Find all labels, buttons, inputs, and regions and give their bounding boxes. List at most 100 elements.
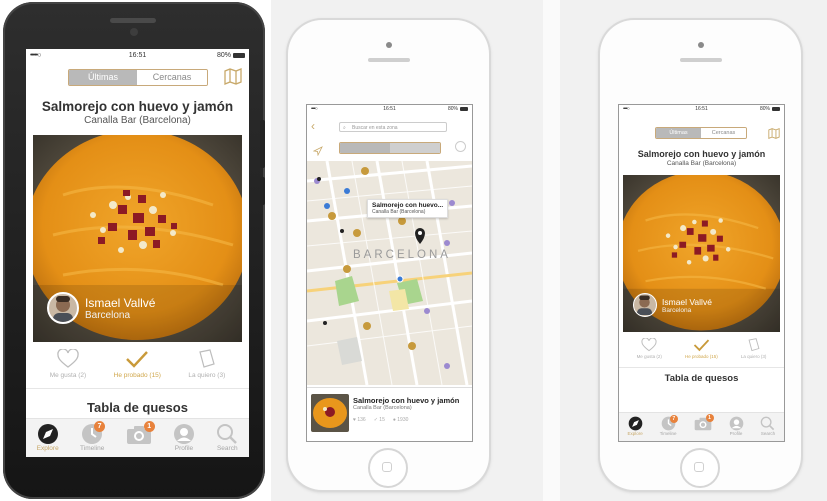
want-label: La quiero (3): [188, 372, 226, 379]
user-info[interactable]: Ismael Vallvé Barcelona: [633, 293, 712, 317]
status-bar: •••••○ 16:51 80%: [619, 105, 784, 115]
battery-icon: [460, 106, 468, 111]
feed-segment-control: Últimas Cercanas: [68, 69, 208, 86]
home-button[interactable]: [680, 448, 720, 488]
check-icon: [126, 351, 149, 368]
dish-photo[interactable]: Ismael Vallvé Barcelona: [33, 135, 242, 342]
battery-icon: [772, 106, 780, 111]
front-camera: [130, 28, 138, 36]
tab-explore[interactable]: Explore: [627, 416, 643, 441]
city-map[interactable]: BARCELONA Salmorejo con huevo... Canalla…: [307, 161, 472, 385]
divider: [619, 367, 784, 368]
tab-timeline[interactable]: 7 Timeline: [660, 415, 678, 441]
status-bar: •••••○ 16:51 80%: [26, 49, 249, 63]
card-subtitle: Canalla Bar (Barcelona): [353, 405, 412, 411]
timeline-badge: 7: [94, 421, 106, 432]
user-city: Barcelona: [662, 306, 692, 314]
card-views: ● 1930: [392, 417, 409, 423]
check-icon: [693, 339, 710, 352]
dish-card[interactable]: Salmorejo con huevo y jamón Canalla Bar …: [307, 387, 472, 441]
tab-profile[interactable]: Profile: [729, 416, 744, 441]
android-phone: •••••○ 16:51 80% Últimas Cercanas Salmor…: [3, 2, 265, 499]
search-icon: ⌕: [343, 125, 346, 131]
tab-search[interactable]: Search: [216, 423, 238, 457]
tab-explore-label: Explore: [36, 445, 59, 452]
bottom-tabbar: Explore 7 Timeline 1 Profile Search: [619, 412, 784, 441]
feed-segment-control: Últimas Cercanas: [655, 127, 747, 139]
card-tried: ✓ 15: [373, 417, 385, 423]
tried-action[interactable]: He probado (15): [685, 338, 718, 359]
avatar[interactable]: [633, 293, 657, 317]
search-icon: [761, 416, 775, 431]
divider: [26, 388, 249, 389]
restaurant-name[interactable]: Canalla Bar (Barcelona): [619, 160, 784, 167]
dish-title[interactable]: Salmorejo con huevo y jamón: [619, 149, 784, 159]
tried-action[interactable]: He probado (15): [114, 349, 161, 379]
want-label: La quiero (3): [740, 354, 767, 359]
card-likes: ♥ 136: [353, 417, 366, 423]
user-info[interactable]: Ismael Vallvé Barcelona: [47, 292, 155, 324]
tab-cercanas[interactable]: Cercanas: [137, 70, 207, 85]
tab-camera[interactable]: 1: [694, 414, 714, 441]
bookmark-icon: [748, 338, 760, 352]
tab-profile-label: Profile: [174, 445, 194, 452]
like-label: Me gusta (2): [636, 354, 662, 359]
like-action[interactable]: Me gusta (2): [49, 349, 87, 379]
profile-icon: [173, 424, 194, 444]
refresh-icon[interactable]: [455, 141, 466, 152]
location-arrow-icon[interactable]: [312, 143, 323, 161]
bottom-tabbar: Explore 7 Timeline 1 Profile Search: [26, 418, 249, 457]
callout-title: Salmorejo con huevo...: [372, 202, 444, 209]
map-search-input[interactable]: ⌕ Buscar en esta zona: [339, 122, 447, 132]
restaurant-name[interactable]: Canalla Bar (Barcelona): [26, 115, 249, 126]
map-screen: •••••○ 16:51 80% ‹ ⌕ Buscar en esta zona: [306, 104, 473, 442]
map-icon[interactable]: [224, 68, 242, 90]
user-name: Ismael Vallvé: [85, 295, 156, 310]
user-name: Ismael Vallvé: [662, 296, 712, 307]
battery-percent: 80%: [759, 106, 770, 112]
iphone-feed: •••••○ 16:51 80% Últimas Cercanas Salmor…: [600, 20, 801, 490]
profile-icon: [729, 416, 743, 431]
tab-cercanas[interactable]: Cercanas: [701, 128, 746, 138]
speaker-grille: [110, 18, 156, 23]
tab-explore[interactable]: Explore: [37, 423, 59, 457]
volume-button: [260, 177, 265, 205]
tab-ultimas[interactable]: Últimas: [69, 70, 137, 85]
compass-icon: [628, 416, 642, 431]
card-title: Salmorejo con huevo y jamón: [353, 396, 460, 405]
heart-icon: [57, 349, 79, 368]
search-icon: [217, 424, 238, 444]
card-thumbnail: [311, 394, 349, 432]
heart-icon: [641, 338, 657, 352]
tab-timeline[interactable]: 7 Timeline: [80, 421, 106, 457]
action-row: Me gusta (2) He probado (15) La quiero (…: [36, 349, 239, 379]
battery-percent: 80%: [216, 52, 231, 59]
status-time: 16:51: [128, 52, 147, 59]
home-button[interactable]: [368, 448, 408, 488]
dish-photo[interactable]: Ismael Vallvé Barcelona: [623, 175, 780, 332]
tab-profile[interactable]: Profile: [173, 423, 195, 457]
bookmark-icon: [199, 349, 215, 368]
want-action[interactable]: La quiero (3): [188, 349, 225, 379]
like-action[interactable]: Me gusta (2): [637, 338, 662, 359]
next-dish-title[interactable]: Tabla de quesos: [26, 400, 249, 415]
tab-search[interactable]: Search: [760, 416, 775, 441]
dish-title[interactable]: Salmorejo con huevo y jamón: [26, 99, 249, 114]
next-dish-title[interactable]: Tabla de quesos: [619, 373, 784, 384]
map-callout[interactable]: Salmorejo con huevo... Canalla Bar (Barc…: [367, 199, 449, 218]
front-camera: [386, 42, 392, 48]
tab-camera[interactable]: 1: [126, 421, 155, 457]
filter-left[interactable]: [340, 143, 390, 153]
tab-search-label: Search: [760, 431, 776, 436]
earpiece: [680, 58, 722, 62]
back-chevron-icon[interactable]: ‹: [311, 119, 315, 133]
power-button: [260, 120, 265, 168]
map-icon[interactable]: [768, 126, 780, 144]
compass-icon: [37, 424, 58, 444]
filter-right[interactable]: [390, 143, 440, 153]
avatar[interactable]: [47, 292, 79, 324]
tab-ultimas[interactable]: Últimas: [656, 128, 701, 138]
want-action[interactable]: La quiero (3): [740, 338, 767, 359]
panel-separator: [543, 0, 560, 501]
like-label: Me gusta (2): [49, 372, 87, 379]
